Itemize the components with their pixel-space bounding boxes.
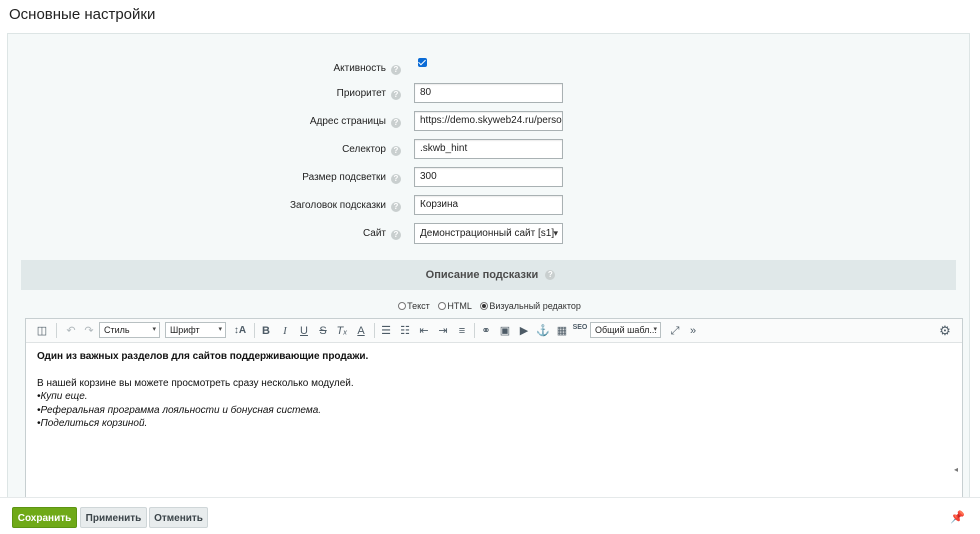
row-site: Сайт ? Демонстрационный сайт [s1] ▾ [8, 223, 971, 247]
content-bullet: •Реферальная программа лояльности и бону… [37, 404, 322, 416]
activity-checkbox[interactable] [418, 58, 427, 67]
toolbar-separator [56, 323, 57, 338]
more-icon[interactable]: » [686, 323, 700, 339]
content-paragraph: В нашей корзине вы можете просмотреть ср… [37, 377, 354, 389]
align-icon[interactable]: ≡ [455, 323, 469, 339]
toggle-sidebar-icon[interactable]: ◫ [34, 323, 50, 339]
indent-icon[interactable]: ⇥ [436, 323, 450, 339]
selector-label: Селектор [342, 144, 386, 155]
template-select[interactable]: Общий шабл... ▾ [590, 322, 661, 338]
underline-icon[interactable]: U [298, 323, 310, 339]
content-bullet: •Поделиться корзиной. [37, 418, 148, 429]
mode-html-option[interactable]: HTML [438, 301, 472, 311]
row-activity: Активность ? [8, 58, 971, 82]
priority-label: Приоритет [336, 88, 386, 99]
row-highlight-size: Размер подсветки ? 300 [8, 167, 971, 191]
table-icon[interactable]: ▦ [555, 323, 569, 339]
radio-icon[interactable] [438, 302, 447, 310]
toolbar-separator [254, 323, 255, 338]
seo-icon[interactable]: SEO [572, 323, 588, 339]
gear-icon[interactable]: ⚙ [938, 323, 952, 339]
outdent-icon[interactable]: ⇤ [417, 323, 431, 339]
undo-icon[interactable]: ↶ [64, 323, 78, 339]
content-bullet: •Купи еще. [37, 391, 88, 402]
anchor-icon[interactable]: ⚓ [536, 323, 550, 339]
mode-visual-option[interactable]: Визуальный редактор [480, 301, 581, 311]
save-button[interactable]: Сохранить [12, 507, 77, 528]
clear-format-icon[interactable]: Tₓ [335, 323, 349, 339]
row-page-address: Адрес страницы ? https://demo.skyweb24.r… [8, 111, 971, 135]
page-title: Основные настройки [9, 6, 156, 23]
footer-bar: Сохранить Применить Отменить 📌 [0, 497, 980, 534]
activity-label: Активность [333, 63, 386, 74]
unordered-list-icon[interactable]: ☷ [398, 323, 412, 339]
help-icon[interactable]: ? [391, 174, 401, 184]
pin-icon[interactable]: 📌 [950, 510, 965, 524]
priority-input[interactable]: 80 [414, 83, 563, 103]
radio-icon[interactable] [398, 302, 407, 310]
section-title: Описание подсказки [425, 269, 539, 281]
visual-editor: ◫ ↶ ↷ Стиль ▾ Шрифт ▾ ↕A B I U S Tₓ A ☰ ☷ … [25, 318, 963, 504]
style-select[interactable]: Стиль ▾ [99, 322, 160, 338]
chevron-down-icon: ▾ [152, 326, 156, 333]
highlight-size-input[interactable]: 300 [414, 167, 563, 187]
ordered-list-icon[interactable]: ☰ [379, 323, 393, 339]
row-priority: Приоритет ? 80 [8, 83, 971, 107]
radio-selected-icon[interactable] [480, 302, 489, 310]
apply-button[interactable]: Применить [80, 507, 147, 528]
help-icon[interactable]: ? [391, 90, 401, 100]
chevron-down-icon: ▾ [553, 228, 558, 238]
site-select[interactable]: Демонстрационный сайт [s1] ▾ [414, 223, 563, 244]
chevron-down-icon: ▾ [218, 326, 222, 333]
page-address-input[interactable]: https://demo.skyweb24.ru/personal/c [414, 111, 563, 131]
settings-panel: Активность ? Приоритет ? 80 Адрес страни… [7, 33, 971, 504]
font-select[interactable]: Шрифт ▾ [165, 322, 226, 338]
hint-title-label: Заголовок подсказки [290, 200, 386, 211]
help-icon[interactable]: ? [391, 146, 401, 156]
help-icon[interactable]: ? [391, 65, 401, 75]
toolbar-separator [474, 323, 475, 338]
hint-title-input[interactable]: Корзина [414, 195, 563, 215]
redo-icon[interactable]: ↷ [82, 323, 96, 339]
page-address-label: Адрес страницы [309, 116, 386, 127]
font-size-icon[interactable]: ↕A [232, 323, 248, 339]
cancel-button[interactable]: Отменить [149, 507, 208, 528]
toolbar-separator [374, 323, 375, 338]
strikethrough-icon[interactable]: S [317, 323, 329, 339]
help-icon[interactable]: ? [391, 118, 401, 128]
help-icon[interactable]: ? [545, 270, 556, 280]
bold-icon[interactable]: B [260, 323, 272, 339]
row-hint-title: Заголовок подсказки ? Корзина [8, 195, 971, 219]
editor-content[interactable]: Один из важных разделов для сайтов подде… [26, 343, 962, 503]
help-icon[interactable]: ? [391, 230, 401, 240]
italic-icon[interactable]: I [279, 323, 291, 339]
site-select-value: Демонстрационный сайт [s1] [420, 228, 555, 239]
chevron-down-icon: ▾ [653, 326, 657, 333]
site-label: Сайт [362, 228, 386, 239]
link-icon[interactable]: ⚭ [479, 323, 493, 339]
content-lead: Один из важных разделов для сайтов подде… [37, 351, 369, 362]
help-icon[interactable]: ? [391, 202, 401, 212]
collapse-left-icon[interactable]: ◂ [954, 463, 958, 477]
selector-input[interactable]: .skwb_hint [414, 139, 563, 159]
editor-mode-switch: Текст HTML Визуальный редактор [8, 301, 971, 311]
image-icon[interactable]: ▣ [498, 323, 512, 339]
highlight-size-label: Размер подсветки [302, 172, 386, 183]
mode-text-option[interactable]: Текст [398, 301, 430, 311]
text-color-icon[interactable]: A [354, 323, 368, 339]
video-icon[interactable]: ▶ [517, 323, 531, 339]
editor-toolbar: ◫ ↶ ↷ Стиль ▾ Шрифт ▾ ↕A B I U S Tₓ A ☰ ☷ … [26, 319, 962, 343]
fullscreen-icon[interactable]: ⤢ [668, 323, 682, 339]
description-section-header: Описание подсказки ? [21, 260, 956, 290]
row-selector: Селектор ? .skwb_hint [8, 139, 971, 163]
